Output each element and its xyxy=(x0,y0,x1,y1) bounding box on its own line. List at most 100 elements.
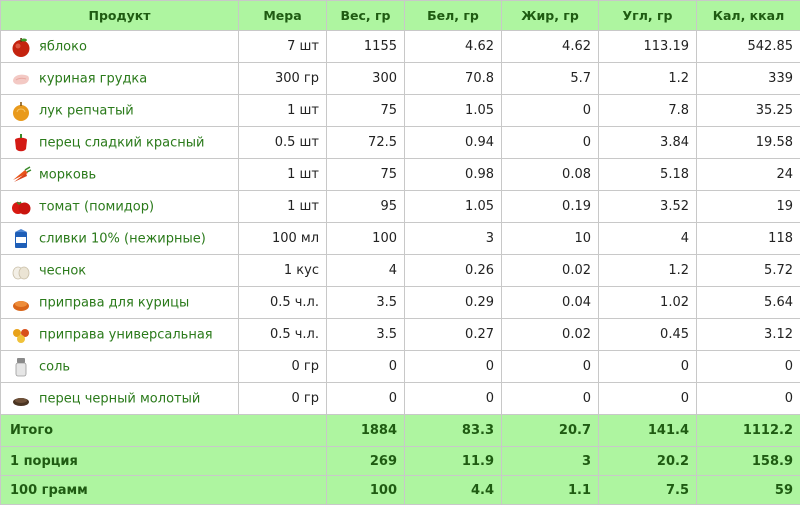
red-pepper-icon xyxy=(10,132,32,154)
ingredient-link[interactable]: перец сладкий красный xyxy=(39,135,204,150)
ugl-cell: 7.8 xyxy=(599,95,697,127)
ingredient-cell: чеснок xyxy=(1,255,239,287)
table-row: лук репчатый 1 шт 75 1.05 0 7.8 35.25 xyxy=(1,95,800,127)
mera-cell: 0 гр xyxy=(239,351,327,383)
ugl-cell: 1.02 xyxy=(599,287,697,319)
mera-cell: 0.5 шт xyxy=(239,127,327,159)
ugl-cell: 0 xyxy=(599,351,697,383)
per-100g-label: 100 грамм xyxy=(1,476,327,505)
portion-bel: 11.9 xyxy=(405,447,502,476)
ingredient-link[interactable]: яблоко xyxy=(39,39,87,54)
kal-cell: 35.25 xyxy=(697,95,800,127)
bel-cell: 0.98 xyxy=(405,159,502,191)
zhir-cell: 0.08 xyxy=(502,159,599,191)
ingredient-link[interactable]: приправа универсальная xyxy=(39,327,213,342)
ves-cell: 72.5 xyxy=(327,127,405,159)
table-row: приправа универсальная 0.5 ч.л. 3.5 0.27… xyxy=(1,319,800,351)
ingredient-link[interactable]: томат (помидор) xyxy=(39,199,154,214)
ingredient-link[interactable]: приправа для курицы xyxy=(39,295,189,310)
kal-cell: 0 xyxy=(697,383,800,415)
carrot-icon xyxy=(10,164,32,186)
mera-cell: 7 шт xyxy=(239,31,327,63)
ugl-cell: 1.2 xyxy=(599,63,697,95)
ingredient-link[interactable]: лук репчатый xyxy=(39,103,134,118)
cream-carton-icon xyxy=(10,228,32,250)
tomato-icon xyxy=(10,196,32,218)
table-row: яблоко 7 шт 1155 4.62 4.62 113.19 542.85 xyxy=(1,31,800,63)
ves-cell: 100 xyxy=(327,223,405,255)
mera-cell: 300 гр xyxy=(239,63,327,95)
ingredient-link[interactable]: соль xyxy=(39,359,70,374)
nutrition-table: Продукт Мера Вес, гр Бел, гр Жир, гр Угл… xyxy=(0,0,800,505)
zhir-cell: 0 xyxy=(502,95,599,127)
portion-kal: 158.9 xyxy=(697,447,800,476)
zhir-cell: 0 xyxy=(502,351,599,383)
ingredient-cell: перец сладкий красный xyxy=(1,127,239,159)
ingredient-link[interactable]: морковь xyxy=(39,167,96,182)
zhir-cell: 0.04 xyxy=(502,287,599,319)
ves-cell: 1155 xyxy=(327,31,405,63)
zhir-cell: 0.02 xyxy=(502,255,599,287)
mera-cell: 0.5 ч.л. xyxy=(239,319,327,351)
ingredient-link[interactable]: чеснок xyxy=(39,263,86,278)
table-row: соль 0 гр 0 0 0 0 0 xyxy=(1,351,800,383)
totals-kal: 1112.2 xyxy=(697,415,800,447)
header-bel: Бел, гр xyxy=(405,1,502,31)
header-zhir: Жир, гр xyxy=(502,1,599,31)
bel-cell: 0 xyxy=(405,383,502,415)
bel-cell: 3 xyxy=(405,223,502,255)
mera-cell: 1 шт xyxy=(239,159,327,191)
ugl-cell: 1.2 xyxy=(599,255,697,287)
ves-cell: 300 xyxy=(327,63,405,95)
ingredient-link[interactable]: куриная грудка xyxy=(39,71,147,86)
zhir-cell: 0 xyxy=(502,127,599,159)
ingredient-cell: морковь xyxy=(1,159,239,191)
mera-cell: 1 кус xyxy=(239,255,327,287)
ves-cell: 0 xyxy=(327,383,405,415)
totals-row: Итого 1884 83.3 20.7 141.4 1112.2 xyxy=(1,415,800,447)
portion-label: 1 порция xyxy=(1,447,327,476)
spices-icon xyxy=(10,324,32,346)
bel-cell: 0.26 xyxy=(405,255,502,287)
totals-ves: 1884 xyxy=(327,415,405,447)
ingredient-cell: сливки 10% (нежирные) xyxy=(1,223,239,255)
ugl-cell: 0 xyxy=(599,383,697,415)
bel-cell: 4.62 xyxy=(405,31,502,63)
per-100g-ves: 100 xyxy=(327,476,405,505)
mera-cell: 1 шт xyxy=(239,95,327,127)
per-100g-row: 100 грамм 100 4.4 1.1 7.5 59 xyxy=(1,476,800,505)
header-ves: Вес, гр xyxy=(327,1,405,31)
bel-cell: 1.05 xyxy=(405,95,502,127)
portion-ugl: 20.2 xyxy=(599,447,697,476)
kal-cell: 118 xyxy=(697,223,800,255)
ves-cell: 0 xyxy=(327,351,405,383)
ingredient-cell: томат (помидор) xyxy=(1,191,239,223)
mera-cell: 1 шт xyxy=(239,191,327,223)
ingredient-cell: приправа универсальная xyxy=(1,319,239,351)
zhir-cell: 0.19 xyxy=(502,191,599,223)
table-header: Продукт Мера Вес, гр Бел, гр Жир, гр Угл… xyxy=(1,1,800,31)
ingredients-list: яблоко 7 шт 1155 4.62 4.62 113.19 542.85… xyxy=(1,31,800,415)
ingredient-link[interactable]: перец черный молотый xyxy=(39,391,200,406)
ugl-cell: 4 xyxy=(599,223,697,255)
ingredient-link[interactable]: сливки 10% (нежирные) xyxy=(39,231,206,246)
ves-cell: 4 xyxy=(327,255,405,287)
totals-ugl: 141.4 xyxy=(599,415,697,447)
header-product: Продукт xyxy=(1,1,239,31)
kal-cell: 3.12 xyxy=(697,319,800,351)
kal-cell: 19 xyxy=(697,191,800,223)
ves-cell: 3.5 xyxy=(327,287,405,319)
kal-cell: 5.64 xyxy=(697,287,800,319)
kal-cell: 542.85 xyxy=(697,31,800,63)
zhir-cell: 0 xyxy=(502,383,599,415)
portion-zhir: 3 xyxy=(502,447,599,476)
ves-cell: 3.5 xyxy=(327,319,405,351)
ugl-cell: 3.52 xyxy=(599,191,697,223)
salt-shaker-icon xyxy=(10,356,32,378)
bel-cell: 0.29 xyxy=(405,287,502,319)
bel-cell: 0.27 xyxy=(405,319,502,351)
zhir-cell: 4.62 xyxy=(502,31,599,63)
ves-cell: 95 xyxy=(327,191,405,223)
ugl-cell: 3.84 xyxy=(599,127,697,159)
ingredient-cell: куриная грудка xyxy=(1,63,239,95)
